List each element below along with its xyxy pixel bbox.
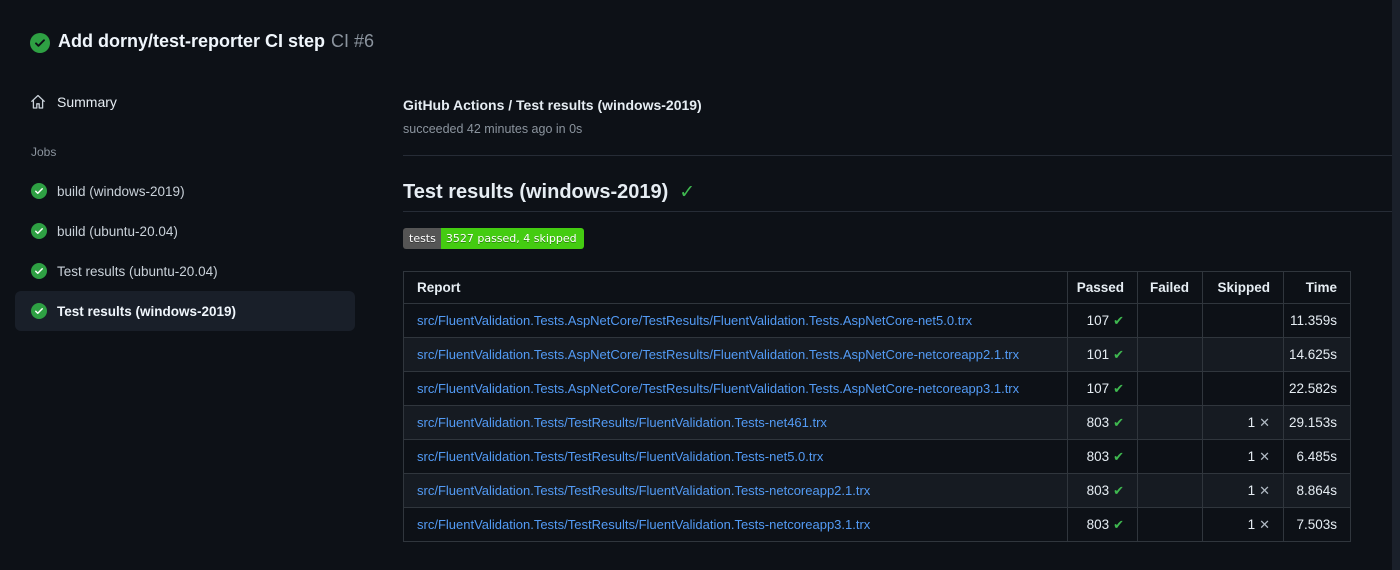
section-title: Test results (windows-2019) ✓ [403,181,696,203]
passed-check-icon: ✔ [1113,516,1124,532]
passed-check-icon: ✔ [1113,346,1124,362]
report-link[interactable]: src/FluentValidation.Tests/TestResults/F… [417,483,870,498]
table-row: src/FluentValidation.Tests/TestResults/F… [403,473,1351,508]
passed-check-icon: ✔ [1113,414,1124,430]
report-link[interactable]: src/FluentValidation.Tests/TestResults/F… [417,415,827,430]
check-circle-icon [31,223,47,239]
report-link[interactable]: src/FluentValidation.Tests.AspNetCore/Te… [417,313,972,328]
column-header-failed: Failed [1137,271,1203,304]
skipped-cell: 1 ✕ [1202,507,1284,542]
divider [403,211,1400,212]
passed-cell: 107 ✔ [1067,303,1138,338]
time-cell: 22.582s [1283,371,1351,406]
report-link[interactable]: src/FluentValidation.Tests.AspNetCore/Te… [417,381,1019,396]
table-row: src/FluentValidation.Tests/TestResults/F… [403,405,1351,440]
passed-cell: 803 ✔ [1067,507,1138,542]
sidebar-job-item[interactable]: Test results (ubuntu-20.04) [15,251,355,291]
report-cell: src/FluentValidation.Tests/TestResults/F… [403,507,1068,542]
skipped-x-icon: ✕ [1259,482,1270,498]
tests-badge-value: 3527 passed, 4 skipped [440,228,584,249]
passed-cell: 803 ✔ [1067,473,1138,508]
failed-cell [1137,405,1203,440]
home-icon [30,94,46,110]
check-run-breadcrumb: GitHub Actions / Test results (windows-2… [403,97,702,113]
divider [403,155,1400,156]
jobs-list: build (windows-2019) build (ubuntu-20.04)… [15,171,355,331]
sidebar-job-item[interactable]: Test results (windows-2019) [15,291,355,331]
page-scrollbar[interactable] [1392,0,1400,570]
time-cell: 11.359s [1283,303,1351,338]
time-cell: 29.153s [1283,405,1351,440]
sidebar-item-label: Summary [57,94,117,110]
skipped-cell: 1 ✕ [1202,439,1284,474]
report-cell: src/FluentValidation.Tests/TestResults/F… [403,405,1068,440]
skipped-cell [1202,337,1284,372]
failed-cell [1137,371,1203,406]
passed-cell: 803 ✔ [1067,439,1138,474]
report-cell: src/FluentValidation.Tests.AspNetCore/Te… [403,303,1068,338]
check-circle-icon [30,33,50,53]
job-item-label: Test results (ubuntu-20.04) [57,263,218,279]
column-header-time: Time [1283,271,1351,304]
table-row: src/FluentValidation.Tests/TestResults/F… [403,439,1351,474]
time-cell: 8.864s [1283,473,1351,508]
report-link[interactable]: src/FluentValidation.Tests/TestResults/F… [417,449,823,464]
job-item-label: Test results (windows-2019) [57,303,237,319]
table-header-row: Report Passed Failed Skipped Time [403,271,1351,304]
sidebar-job-item[interactable]: build (ubuntu-20.04) [15,211,355,251]
passed-cell: 803 ✔ [1067,405,1138,440]
skipped-cell [1202,303,1284,338]
test-results-table: Report Passed Failed Skipped Time src/Fluent… [403,271,1351,542]
report-cell: src/FluentValidation.Tests.AspNetCore/Te… [403,371,1068,406]
job-item-label: build (windows-2019) [57,183,185,199]
failed-cell [1137,337,1203,372]
passed-check-icon: ✔ [1113,448,1124,464]
skipped-cell: 1 ✕ [1202,405,1284,440]
skipped-cell [1202,371,1284,406]
passed-check-icon: ✔ [1113,380,1124,396]
failed-cell [1137,303,1203,338]
tests-badge: tests 3527 passed, 4 skipped [403,228,584,249]
passed-cell: 101 ✔ [1067,337,1138,372]
report-link[interactable]: src/FluentValidation.Tests.AspNetCore/Te… [417,347,1019,362]
table-row: src/FluentValidation.Tests/TestResults/F… [403,507,1351,542]
sidebar-item-summary[interactable]: Summary [30,94,117,110]
column-header-passed: Passed [1067,271,1138,304]
time-cell: 14.625s [1283,337,1351,372]
table-row: src/FluentValidation.Tests.AspNetCore/Te… [403,337,1351,372]
run-status-text: succeeded 42 minutes ago in 0s [403,122,583,136]
failed-cell [1137,507,1203,542]
tests-badge-label: tests [403,228,441,249]
check-circle-icon [31,183,47,199]
report-cell: src/FluentValidation.Tests/TestResults/F… [403,473,1068,508]
skipped-x-icon: ✕ [1259,516,1270,532]
passed-check-icon: ✔ [1113,482,1124,498]
passed-cell: 107 ✔ [1067,371,1138,406]
skipped-x-icon: ✕ [1259,414,1270,430]
sidebar-job-item[interactable]: build (windows-2019) [15,171,355,211]
job-item-label: build (ubuntu-20.04) [57,223,178,239]
run-title: Add dorny/test-reporter CI step [58,31,326,51]
report-cell: src/FluentValidation.Tests.AspNetCore/Te… [403,337,1068,372]
run-number: CI #6 [331,31,375,51]
time-cell: 7.503s [1283,507,1351,542]
time-cell: 6.485s [1283,439,1351,474]
table-row: src/FluentValidation.Tests.AspNetCore/Te… [403,303,1351,338]
passed-check-icon: ✔ [1113,312,1124,328]
table-row: src/FluentValidation.Tests.AspNetCore/Te… [403,371,1351,406]
column-header-skipped: Skipped [1202,271,1284,304]
jobs-section-label: Jobs [31,145,57,159]
failed-cell [1137,473,1203,508]
success-check-icon: ✓ [679,182,696,203]
report-cell: src/FluentValidation.Tests/TestResults/F… [403,439,1068,474]
column-header-report: Report [403,271,1068,304]
skipped-x-icon: ✕ [1259,448,1270,464]
check-circle-icon [31,263,47,279]
skipped-cell: 1 ✕ [1202,473,1284,508]
failed-cell [1137,439,1203,474]
report-link[interactable]: src/FluentValidation.Tests/TestResults/F… [417,517,870,532]
check-circle-icon [31,303,47,319]
main-content: GitHub Actions / Test results (windows-2… [403,0,1400,570]
